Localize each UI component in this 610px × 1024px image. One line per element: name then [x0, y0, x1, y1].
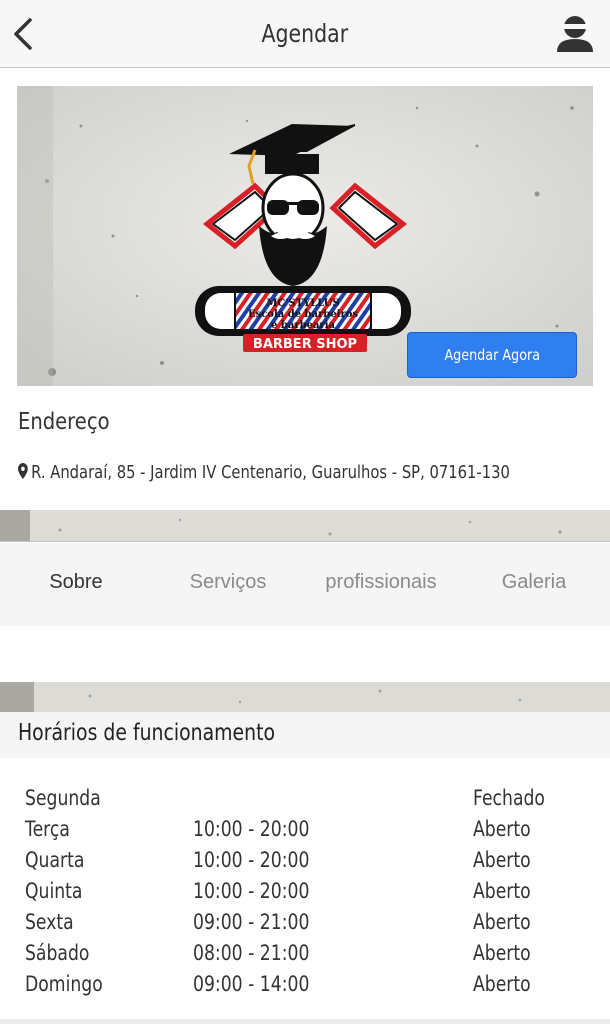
- hours-row: Quarta 10:00 - 20:00 Aberto: [0, 848, 610, 879]
- address-line: R. Andaraí, 85 - Jardim IV Centenario, G…: [18, 462, 510, 483]
- hours-section-header: Horários de funcionamento: [0, 712, 610, 758]
- hours-row: Sábado 08:00 - 21:00 Aberto: [0, 941, 610, 972]
- section-tabs: Sobre Serviços profissionais Galeria: [0, 543, 610, 626]
- hours-row: Quinta 10:00 - 20:00 Aberto: [0, 879, 610, 910]
- address-text: R. Andaraí, 85 - Jardim IV Centenario, G…: [31, 462, 510, 483]
- hours-row: Terça 10:00 - 20:00 Aberto: [0, 817, 610, 848]
- hours-row: Segunda Fechado: [0, 786, 610, 817]
- hours-status: Aberto: [473, 972, 531, 996]
- hours-time: 09:00 - 21:00: [193, 910, 310, 934]
- decorative-texture-strip: [0, 682, 610, 712]
- bottom-divider: [0, 1019, 610, 1024]
- svg-text:BARBER SHOP: BARBER SHOP: [253, 337, 357, 352]
- hours-status: Fechado: [473, 786, 545, 810]
- decorative-texture-strip: [0, 510, 610, 542]
- page-title: Agendar: [261, 19, 349, 48]
- hours-title: Horários de funcionamento: [18, 720, 276, 746]
- book-now-button[interactable]: Agendar Agora: [407, 332, 577, 378]
- tab-servicos[interactable]: Serviços: [152, 543, 304, 621]
- hours-status: Aberto: [473, 941, 531, 965]
- hours-status: Aberto: [473, 879, 531, 903]
- hours-time: 10:00 - 20:00: [193, 817, 310, 841]
- app-header: Agendar: [0, 0, 610, 68]
- profile-button[interactable]: [552, 12, 598, 56]
- tab-galeria[interactable]: Galeria: [458, 543, 610, 621]
- hours-time: 09:00 - 14:00: [193, 972, 310, 996]
- hours-status: Aberto: [473, 910, 531, 934]
- hours-day: Sábado: [25, 941, 90, 965]
- map-pin-icon: [18, 463, 28, 479]
- hours-day: Quinta: [25, 879, 83, 903]
- hours-row: Domingo 09:00 - 14:00 Aberto: [0, 972, 610, 1003]
- svg-text:MC'STYLLUS: MC'STYLLUS: [266, 298, 339, 309]
- user-icon: [557, 16, 593, 52]
- hours-time: 08:00 - 21:00: [193, 941, 310, 965]
- svg-text:e barbearia: e barbearia: [271, 320, 335, 331]
- svg-text:Escola de barbeiros: Escola de barbeiros: [248, 309, 358, 320]
- hours-row: Sexta 09:00 - 21:00 Aberto: [0, 910, 610, 941]
- tab-sobre[interactable]: Sobre: [0, 543, 152, 621]
- hours-status: Aberto: [473, 848, 531, 872]
- hours-day: Domingo: [25, 972, 103, 996]
- hours-time: 10:00 - 20:00: [193, 848, 310, 872]
- hours-day: Sexta: [25, 910, 74, 934]
- hours-day: Segunda: [25, 786, 101, 810]
- address-label: Endereço: [18, 409, 110, 435]
- hours-day: Terça: [25, 817, 70, 841]
- hours-status: Aberto: [473, 817, 531, 841]
- hours-time: 10:00 - 20:00: [193, 879, 310, 903]
- hours-day: Quarta: [25, 848, 85, 872]
- tab-profissionais[interactable]: profissionais: [304, 543, 458, 621]
